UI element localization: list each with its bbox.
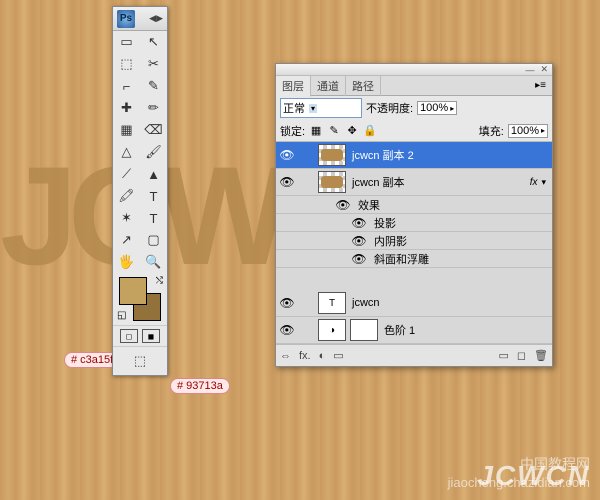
close-icon[interactable]: ✕	[540, 64, 548, 75]
ps-logo-icon: Ps	[117, 10, 135, 28]
visibility-icon[interactable]: 👁	[348, 234, 370, 248]
visibility-icon[interactable]: 👁	[348, 252, 370, 266]
dodge-tool[interactable]: ▲	[140, 163, 167, 185]
effects-row[interactable]: 👁 效果	[276, 196, 552, 214]
stamp-tool[interactable]: ▦	[113, 119, 140, 141]
layers-footer: ⇔ fx. ◐ ▭ ▭ ◻ 🗑	[276, 344, 552, 366]
minimize-icon[interactable]: —	[525, 65, 534, 75]
visibility-icon[interactable]: 👁	[276, 175, 298, 189]
notes-tool[interactable]: ↗	[113, 229, 140, 251]
fx-menu-icon[interactable]: fx.	[299, 350, 311, 362]
pen-tool[interactable]: 🖍	[113, 185, 140, 207]
hand-tool[interactable]: 🖐	[113, 251, 140, 273]
lock-fill-row: 锁定: ▦ ✎ ✥ 🔒 填充: 100%▸	[276, 120, 552, 142]
new-layer-icon[interactable]: ◻	[517, 349, 526, 362]
wand-tool[interactable]: ✂	[140, 53, 167, 75]
panel-menu-icon[interactable]: ▸≡	[529, 80, 552, 91]
foreground-color[interactable]	[119, 277, 147, 305]
layer-row[interactable]: 👁 T jcwcn	[276, 290, 552, 317]
history-brush-tool[interactable]: ⌫	[140, 119, 167, 141]
layer-name[interactable]: 色阶 1	[380, 322, 552, 338]
slice-tool[interactable]: ✎	[140, 75, 167, 97]
effect-bevel[interactable]: 👁 斜面和浮雕	[276, 250, 552, 268]
blend-opacity-row: 正常▾ 不透明度: 100%▸	[276, 96, 552, 120]
visibility-icon[interactable]: 👁	[348, 216, 370, 230]
lock-position-icon[interactable]: ✥	[345, 124, 359, 137]
screen-mode[interactable]: ⬚	[127, 350, 154, 372]
adjustment-icon[interactable]: ▭	[333, 349, 343, 362]
visibility-icon[interactable]: 👁	[332, 198, 354, 212]
visibility-icon[interactable]: 👁	[276, 323, 298, 337]
collapse-icon[interactable]: ◀▶	[149, 13, 163, 24]
panel-titlebar[interactable]: — ✕	[276, 64, 552, 76]
color-swatches: ⤭ ◱	[115, 275, 165, 323]
fill-label: 填充:	[479, 123, 504, 139]
gradient-tool[interactable]: 🖌	[140, 141, 167, 163]
lasso-tool[interactable]: ⬚	[113, 53, 140, 75]
eraser-tool[interactable]: △	[113, 141, 140, 163]
fx-toggle-icon[interactable]: ▾	[541, 177, 552, 188]
effect-drop-shadow[interactable]: 👁 投影	[276, 214, 552, 232]
group-icon[interactable]: ▭	[498, 349, 508, 362]
visibility-icon[interactable]: 👁	[276, 148, 298, 162]
layer-row[interactable]: 👁 jcwcn 副本 fx ▾	[276, 169, 552, 196]
visibility-icon[interactable]: 👁	[276, 296, 298, 310]
eyedropper-tool[interactable]: ▢	[140, 229, 167, 251]
tab-layers[interactable]: 图层	[276, 76, 311, 97]
tab-paths[interactable]: 路径	[346, 76, 381, 96]
blur-tool[interactable]: ⟋	[113, 163, 140, 185]
watermark-main: JCWCN	[477, 460, 590, 492]
lock-transparency-icon[interactable]: ▦	[309, 124, 323, 137]
brush-tool[interactable]: ✏	[140, 97, 167, 119]
list-spacer	[276, 268, 552, 290]
quickmask-row: ◻ ◼	[113, 325, 167, 346]
mask-icon[interactable]: ◐	[319, 350, 326, 362]
adj-layer-thumb[interactable]: ◑	[318, 319, 346, 341]
type-layer-thumb[interactable]: T	[318, 292, 346, 314]
fx-badge: fx	[530, 177, 542, 188]
toolbox-header[interactable]: Ps ◀▶	[113, 7, 167, 31]
trash-icon[interactable]: 🗑	[534, 349, 548, 362]
default-colors-icon[interactable]: ◱	[117, 310, 126, 321]
blend-mode-select[interactable]: 正常▾	[280, 98, 362, 118]
tool-grid: ▭ ↖ ⬚ ✂ ⌐ ✎ ✚ ✏ ▦ ⌫ △ 🖌 ⟋ ▲ 🖍 T ✶ T ↗ ▢ …	[113, 31, 167, 273]
shape-tool[interactable]: T	[140, 207, 167, 229]
lock-pixels-icon[interactable]: ✎	[327, 124, 341, 137]
mask-thumb[interactable]	[350, 319, 378, 341]
move-tool[interactable]: ↖	[140, 31, 167, 53]
fill-input[interactable]: 100%▸	[508, 124, 548, 138]
opacity-label: 不透明度:	[366, 100, 413, 116]
zoom-tool[interactable]: 🔍	[140, 251, 167, 273]
quickmask-mode[interactable]: ◼	[142, 329, 160, 343]
opacity-input[interactable]: 100%▸	[417, 101, 457, 115]
screenmode-row: ⬚	[113, 346, 167, 375]
layer-thumb[interactable]	[318, 144, 346, 166]
bg-color-callout: # 93713a	[170, 378, 230, 394]
crop-tool[interactable]: ⌐	[113, 75, 140, 97]
lock-label: 锁定:	[280, 123, 305, 139]
layers-panel: — ✕ 图层 通道 路径 ▸≡ 正常▾ 不透明度: 100%▸ 锁定: ▦ ✎ …	[275, 63, 553, 367]
layer-name[interactable]: jcwcn	[348, 297, 552, 309]
path-tool[interactable]: ✶	[113, 207, 140, 229]
effect-inner-shadow[interactable]: 👁 内阴影	[276, 232, 552, 250]
heal-tool[interactable]: ✚	[113, 97, 140, 119]
swap-colors-icon[interactable]: ⤭	[156, 275, 163, 286]
layer-thumb[interactable]	[318, 171, 346, 193]
layer-list: 👁 jcwcn 副本 2 👁 jcwcn 副本 fx ▾ 👁 效果 👁 投影 👁…	[276, 142, 552, 344]
layer-row[interactable]: 👁 jcwcn 副本 2	[276, 142, 552, 169]
tab-channels[interactable]: 通道	[311, 76, 346, 96]
link-layers-icon[interactable]: ⇔	[280, 350, 291, 362]
standard-mode[interactable]: ◻	[120, 329, 138, 343]
type-tool[interactable]: T	[140, 185, 167, 207]
panel-tabs: 图层 通道 路径 ▸≡	[276, 76, 552, 96]
layer-name[interactable]: jcwcn 副本	[348, 174, 530, 190]
lock-all-icon[interactable]: 🔒	[363, 124, 377, 137]
layer-name[interactable]: jcwcn 副本 2	[348, 147, 552, 163]
marquee-tool[interactable]: ▭	[113, 31, 140, 53]
layer-row[interactable]: 👁 ◑ 色阶 1	[276, 317, 552, 344]
toolbox-panel: Ps ◀▶ ▭ ↖ ⬚ ✂ ⌐ ✎ ✚ ✏ ▦ ⌫ △ 🖌 ⟋ ▲ 🖍 T ✶ …	[112, 6, 168, 376]
